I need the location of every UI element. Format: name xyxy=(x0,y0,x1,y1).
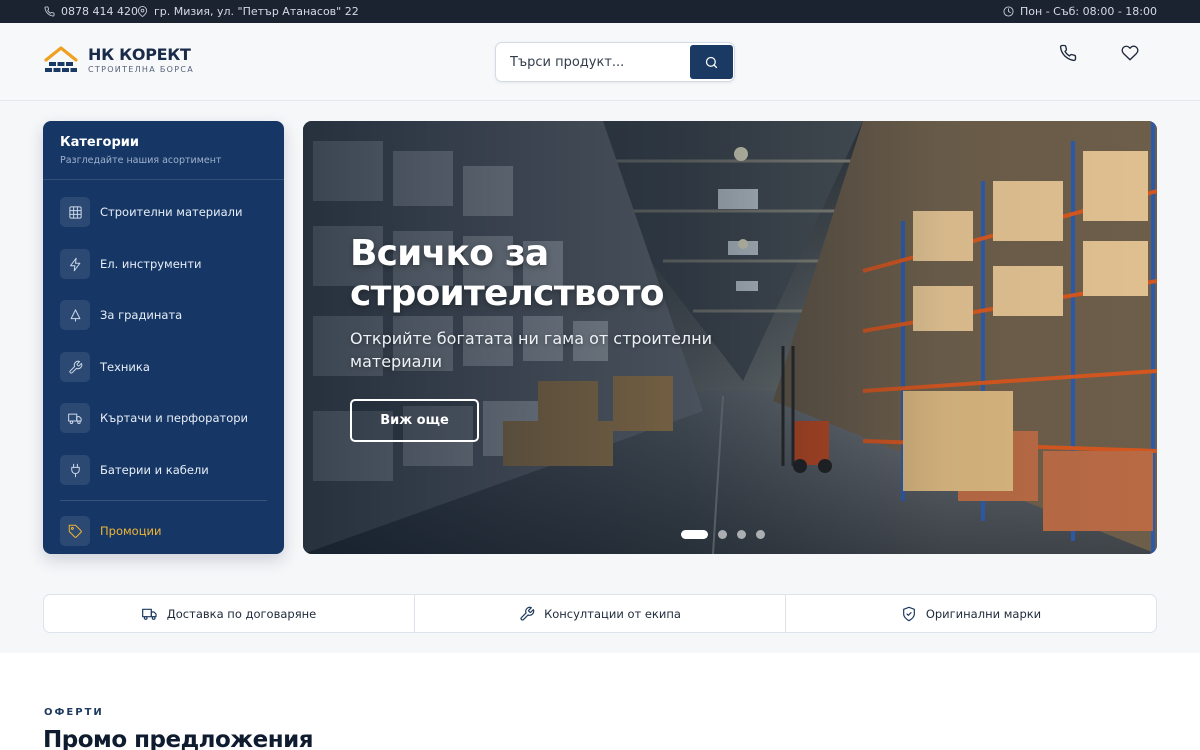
phone-icon xyxy=(44,6,55,17)
bolt-icon xyxy=(69,257,80,271)
category-label: Къртачи и перфоратори xyxy=(100,411,249,425)
search-input[interactable] xyxy=(496,43,690,81)
shield-check-icon xyxy=(902,606,915,621)
logo-house-icon xyxy=(44,46,78,72)
topbar-hours: Пон - Съб: 08:00 - 18:00 xyxy=(1003,0,1157,23)
features-bar: Доставка по договаряне Консултации от ек… xyxy=(43,594,1157,633)
feature-delivery: Доставка по договаряне xyxy=(44,595,415,632)
category-item-demolition-hammers[interactable]: Къртачи и перфоратори xyxy=(60,402,275,434)
wrench-icon xyxy=(68,360,82,374)
carousel-dot-3[interactable] xyxy=(737,530,746,539)
plug-icon xyxy=(70,463,80,477)
hero-subtitle: Открийте богатата ни гама от строителни … xyxy=(350,329,713,371)
clock-icon xyxy=(1003,6,1014,17)
category-item-batteries-cables[interactable]: Батерии и кабели xyxy=(60,454,275,486)
header-wishlist-button[interactable] xyxy=(1119,42,1141,64)
offers-title: Промо предложения xyxy=(43,727,314,750)
category-label: Техника xyxy=(100,360,150,374)
category-item-power-tools[interactable]: Ел. инструменти xyxy=(60,248,275,280)
category-icon-box xyxy=(60,352,90,382)
category-label: Ел. инструменти xyxy=(100,257,202,271)
tree-icon xyxy=(70,308,80,322)
feature-label: Консултации от екипа xyxy=(544,606,681,621)
search-box xyxy=(495,42,735,82)
category-icon-box xyxy=(60,197,90,227)
topbar-address: гр. Мизия, ул. "Петър Атанасов" 22 xyxy=(137,0,359,23)
topbar-address-text: гр. Мизия, ул. "Петър Атанасов" 22 xyxy=(154,5,359,18)
category-icon-box xyxy=(60,455,90,485)
offers-eyebrow: ОФЕРТИ xyxy=(44,707,104,718)
categories-title: Категории xyxy=(60,135,139,150)
search-icon xyxy=(705,56,718,68)
truck-icon xyxy=(67,413,82,424)
logo-tagline: СТРОИТЕЛНА БОРСА xyxy=(88,65,195,74)
logo-name: НК КОРЕКТ xyxy=(88,45,191,64)
truck-icon xyxy=(141,608,157,620)
category-label: Батерии и кабели xyxy=(100,463,209,477)
hero-banner: Всичко за строителството Открийте богата… xyxy=(303,121,1157,554)
carousel-dot-1[interactable] xyxy=(681,530,708,539)
category-label: Строителни материали xyxy=(100,205,243,219)
feature-original-brands: Оригинални марки xyxy=(786,595,1156,632)
grid-icon xyxy=(68,205,82,219)
category-icon-box xyxy=(60,516,90,546)
hero-title: Всичко за строителството xyxy=(350,233,665,314)
category-item-building-materials[interactable]: Строителни материали xyxy=(60,196,275,228)
phone-icon xyxy=(1059,44,1077,62)
wrench-icon xyxy=(520,606,535,621)
search-button[interactable] xyxy=(690,45,733,79)
topbar-hours-text: Пон - Съб: 08:00 - 18:00 xyxy=(1020,5,1157,18)
category-icon-box xyxy=(60,403,90,433)
topbar-phone[interactable]: 0878 414 420 xyxy=(44,0,138,23)
hero-cta-button[interactable]: Виж още xyxy=(350,399,479,442)
categories-panel: Категории Разгледайте нашия асортимент С… xyxy=(43,121,284,554)
categories-divider xyxy=(60,500,267,501)
category-icon-box xyxy=(60,300,90,330)
site-logo[interactable]: НК КОРЕКТ СТРОИТЕЛНА БОРСА xyxy=(44,45,194,77)
category-item-machinery[interactable]: Техника xyxy=(60,351,275,383)
top-info-bar: 0878 414 420 гр. Мизия, ул. "Петър Атана… xyxy=(0,0,1200,23)
carousel-dots xyxy=(681,530,765,539)
categories-subtitle: Разгледайте нашия асортимент xyxy=(60,155,222,166)
carousel-dot-4[interactable] xyxy=(756,530,765,539)
feature-label: Оригинални марки xyxy=(925,606,1042,621)
category-item-garden[interactable]: За градината xyxy=(60,299,275,331)
category-icon-box xyxy=(60,249,90,279)
heart-icon xyxy=(1121,45,1139,61)
topbar-phone-text: 0878 414 420 xyxy=(61,5,138,18)
carousel-dot-2[interactable] xyxy=(718,530,727,539)
feature-label: Доставка по договаряне xyxy=(166,606,317,621)
tag-icon xyxy=(68,524,82,538)
header-phone-button[interactable] xyxy=(1057,42,1079,64)
category-label: Промоции xyxy=(100,524,162,538)
category-label: За градината xyxy=(100,308,183,322)
site-header: НК КОРЕКТ СТРОИТЕЛНА БОРСА xyxy=(0,23,1200,101)
category-item-promotions[interactable]: Промоции xyxy=(60,515,275,547)
categories-header: Категории Разгледайте нашия асортимент xyxy=(43,121,284,180)
map-pin-icon xyxy=(137,6,148,17)
feature-consultation: Консултации от екипа xyxy=(415,595,786,632)
